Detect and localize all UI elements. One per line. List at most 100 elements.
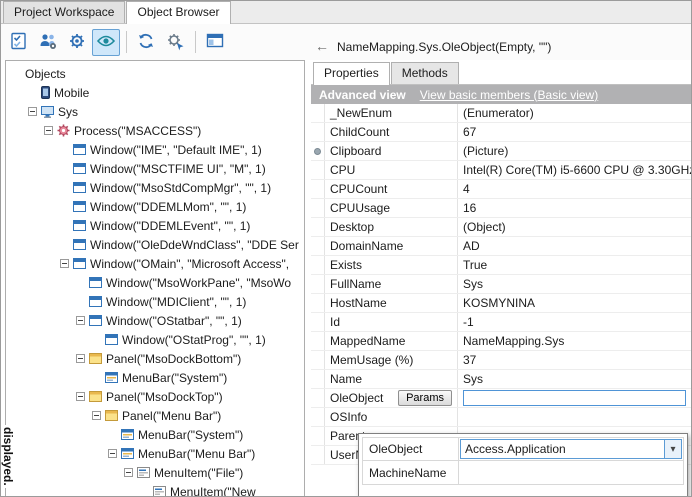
- users-settings-icon: [38, 31, 58, 54]
- tree-item[interactable]: Window("IME", "Default IME", 1): [6, 140, 304, 159]
- property-row[interactable]: Clipboard(Picture): [311, 142, 691, 161]
- oleobject-value-editor[interactable]: [463, 390, 686, 406]
- row-gutter: [311, 313, 325, 331]
- panel-icon: [105, 410, 118, 421]
- tree-item-label: Window("OMain", "Microsoft Access",: [90, 257, 289, 271]
- refresh-button[interactable]: [132, 29, 160, 56]
- toolbar-band: ← NameMapping.Sys.OleObject(Empty, ""): [1, 24, 691, 60]
- users-settings-button[interactable]: [34, 29, 62, 56]
- property-row[interactable]: HostNameKOSMYNINA: [311, 294, 691, 313]
- window-icon: [73, 182, 86, 193]
- collapse-toggle-icon[interactable]: [92, 411, 101, 420]
- property-row[interactable]: Id-1: [311, 313, 691, 332]
- property-row[interactable]: CPUIntel(R) Core(TM) i5-6600 CPU @ 3.30G…: [311, 161, 691, 180]
- row-gutter: [311, 256, 325, 274]
- tab-object-browser[interactable]: Object Browser: [126, 1, 230, 24]
- tab-methods[interactable]: Methods: [391, 62, 459, 84]
- property-row[interactable]: FullNameSys: [311, 275, 691, 294]
- collapse-toggle-icon[interactable]: [124, 468, 133, 477]
- property-row[interactable]: Desktop(Object): [311, 218, 691, 237]
- property-name: DomainName: [330, 239, 403, 253]
- property-name: MappedName: [330, 334, 405, 348]
- advanced-settings-button[interactable]: [161, 29, 189, 56]
- property-row[interactable]: OleObjectParams: [311, 389, 691, 408]
- params-button[interactable]: Params: [398, 390, 452, 406]
- menuitem-icon: [153, 486, 166, 497]
- tree-item[interactable]: Sys: [6, 102, 304, 121]
- tree-item[interactable]: Objects: [6, 64, 304, 83]
- tree-item[interactable]: Window("MSCTFIME UI", "M", 1): [6, 159, 304, 178]
- property-row[interactable]: MappedNameNameMapping.Sys: [311, 332, 691, 351]
- collapse-toggle-icon[interactable]: [76, 354, 85, 363]
- tree-item[interactable]: Window("MDIClient", "", 1): [6, 292, 304, 311]
- property-name: CPUUsage: [330, 201, 390, 215]
- window-icon: [89, 315, 102, 326]
- property-value: True: [463, 258, 487, 272]
- settings-button[interactable]: [63, 29, 91, 56]
- row-gutter: [311, 294, 325, 312]
- tree-item[interactable]: Panel("Menu Bar"): [6, 406, 304, 425]
- tree-item[interactable]: Window("OStatbar", "", 1): [6, 311, 304, 330]
- property-name: ChildCount: [330, 125, 389, 139]
- row-gutter: [311, 427, 325, 445]
- tree-item-label: Window("IME", "Default IME", 1): [90, 143, 262, 157]
- collapse-toggle-icon[interactable]: [76, 316, 85, 325]
- tree-item[interactable]: Panel("MsoDockTop"): [6, 387, 304, 406]
- menuitem-icon: [137, 467, 150, 478]
- back-icon[interactable]: ←: [315, 38, 329, 54]
- property-name: MemUsage (%): [330, 353, 413, 367]
- tree-item-label: MenuBar("System"): [122, 371, 227, 385]
- tree-item[interactable]: Panel("MsoDockBottom"): [6, 349, 304, 368]
- property-row[interactable]: MemUsage (%)37: [311, 351, 691, 370]
- tab-properties[interactable]: Properties: [313, 62, 390, 85]
- toolbar-separator: [126, 31, 127, 53]
- tree-item[interactable]: MenuBar("System"): [6, 368, 304, 387]
- tree-item[interactable]: MenuItem("File"): [6, 463, 304, 482]
- highlight-button[interactable]: [92, 29, 120, 56]
- tree-item[interactable]: Window("DDEMLMom", "", 1): [6, 197, 304, 216]
- property-row[interactable]: CPUCount4: [311, 180, 691, 199]
- collapse-toggle-icon[interactable]: [28, 107, 37, 116]
- property-name: CPU: [330, 163, 355, 177]
- tree-item[interactable]: Mobile: [6, 83, 304, 102]
- inspector-header: ← NameMapping.Sys.OleObject(Empty, ""): [307, 24, 691, 60]
- property-row[interactable]: DomainNameAD: [311, 237, 691, 256]
- property-row[interactable]: NameSys: [311, 370, 691, 389]
- tree-item[interactable]: Window("DDEMLEvent", "", 1): [6, 216, 304, 235]
- tree-item[interactable]: Window("OMain", "Microsoft Access",: [6, 254, 304, 273]
- tree-item[interactable]: Process("MSACCESS"): [6, 121, 304, 140]
- dropdown-arrow-icon[interactable]: [664, 440, 681, 458]
- tab-project-workspace[interactable]: Project Workspace: [3, 1, 125, 23]
- collapse-toggle-icon[interactable]: [44, 126, 53, 135]
- main-tabbar: Project Workspace Object Browser: [1, 1, 691, 24]
- property-name: Id: [330, 315, 340, 329]
- property-row[interactable]: OSInfo: [311, 408, 691, 427]
- tree-item[interactable]: Window("MsoWorkPane", "MsoWo: [6, 273, 304, 292]
- popup-param-name: OleObject: [363, 438, 459, 460]
- collapse-toggle-icon[interactable]: [76, 392, 85, 401]
- tree-item[interactable]: Window("MsoStdCompMgr", "", 1): [6, 178, 304, 197]
- tree-item[interactable]: Window("OStatProg", "", 1): [6, 330, 304, 349]
- property-row[interactable]: CPUUsage16: [311, 199, 691, 218]
- popup-param-row[interactable]: MachineName: [362, 461, 684, 485]
- collapse-toggle-icon[interactable]: [60, 259, 69, 268]
- tree-item[interactable]: MenuItem("New: [6, 482, 304, 497]
- collapse-toggle-icon[interactable]: [108, 449, 117, 458]
- tree-item[interactable]: MenuBar("System"): [6, 425, 304, 444]
- panels-button[interactable]: [201, 29, 229, 56]
- oleobject-combobox[interactable]: Access.Application: [460, 439, 682, 459]
- property-row[interactable]: ChildCount 67: [311, 123, 691, 142]
- checklist-button[interactable]: [5, 29, 33, 56]
- tree-item[interactable]: MenuBar("Menu Bar"): [6, 444, 304, 463]
- tree-item-label: Sys: [58, 105, 78, 119]
- property-row[interactable]: _NewEnum(Enumerator): [311, 104, 691, 123]
- basic-view-link[interactable]: View basic members (Basic view): [420, 88, 599, 102]
- tree-item[interactable]: Window("OleDdeWndClass", "DDE Ser: [6, 235, 304, 254]
- property-row[interactable]: ExistsTrue: [311, 256, 691, 275]
- tree-item-label: MenuItem("File"): [154, 466, 243, 480]
- property-value: 67: [463, 125, 476, 139]
- popup-param-row[interactable]: OleObjectAccess.Application: [362, 437, 684, 461]
- row-gutter: [311, 161, 325, 179]
- highlight-eye-icon: [96, 31, 116, 54]
- property-value: (Object): [463, 220, 506, 234]
